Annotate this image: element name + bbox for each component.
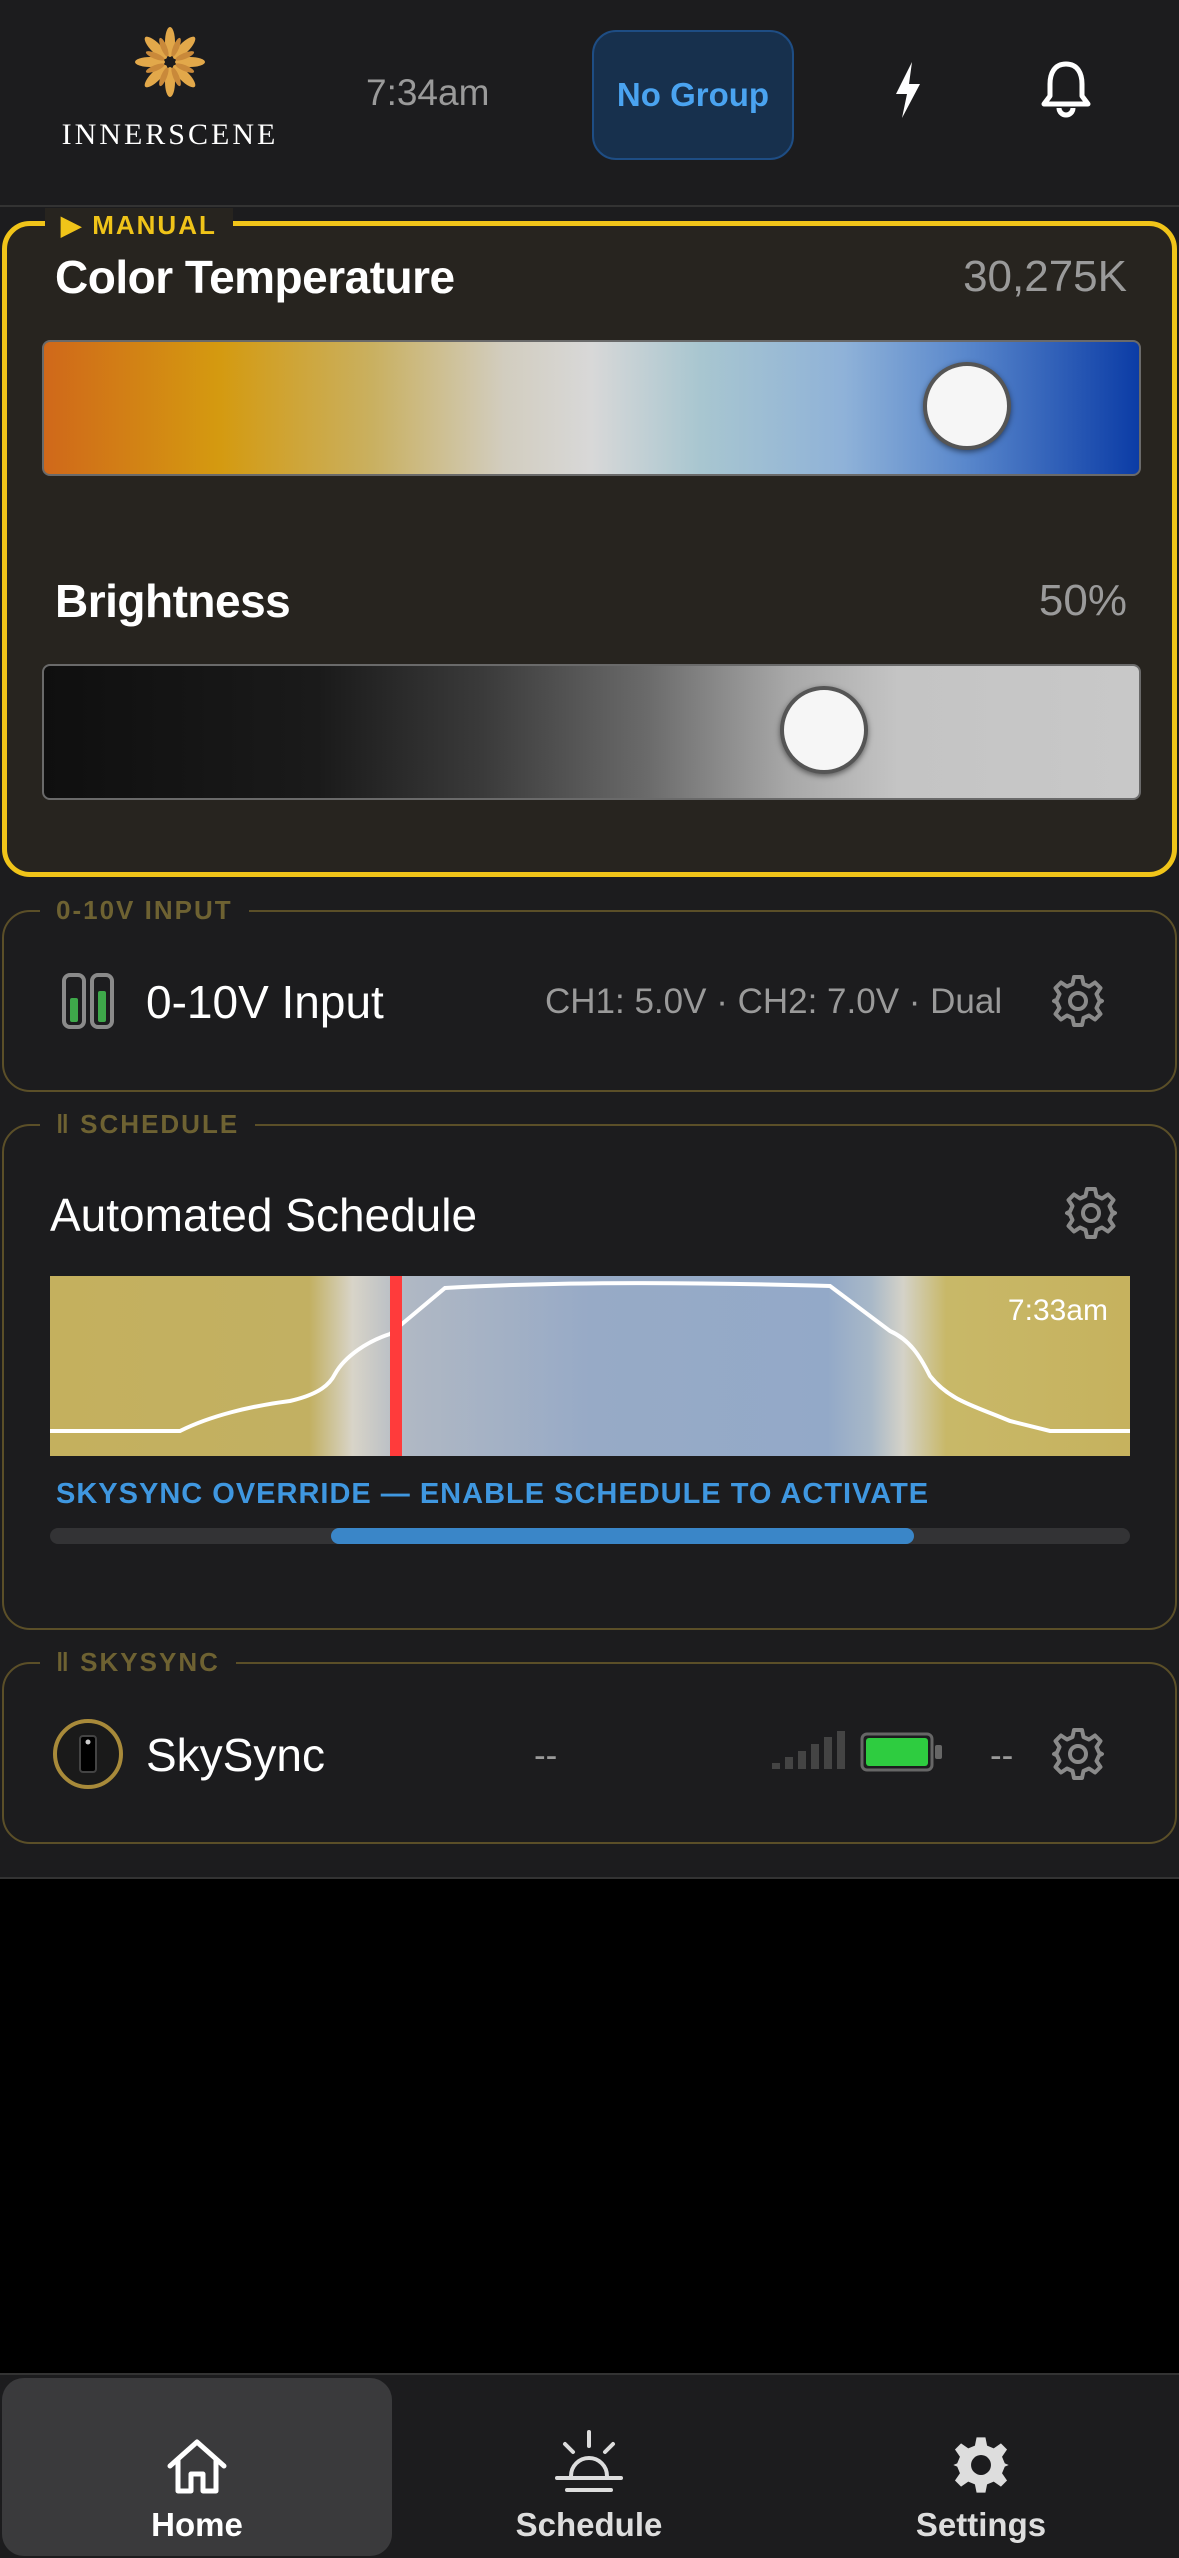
pause-icon: ǁ [56,1647,81,1677]
logo: INNERSCENE [55,22,285,152]
brightness-label: Brightness [55,575,291,627]
nav-schedule-label: Schedule [515,2506,663,2543]
nav-home-label: Home [151,2506,243,2543]
sunrise-icon [555,2430,623,2492]
signal-strength-icon [772,1731,845,1769]
brightness-slider[interactable] [42,664,1141,800]
nav-settings[interactable]: Settings [786,2378,1176,2556]
play-icon: ▶ [61,210,93,240]
schedule-title: Automated Schedule [50,1189,478,1241]
schedule-tag: ǁ SCHEDULE [40,1107,256,1141]
brightness-thumb[interactable] [780,686,869,774]
input-tag: 0-10V INPUT [40,893,249,927]
home-icon [167,2439,227,2494]
input-status: CH1: 5.0V · CH2: 7.0V · Dual [545,982,1003,1021]
nav-schedule[interactable]: Schedule [394,2378,784,2556]
input-settings-gear-icon[interactable] [1050,973,1106,1029]
current-time-marker [390,1276,402,1456]
color-temperature-thumb[interactable] [923,362,1012,450]
schedule-curve [50,1276,1130,1456]
brightness-value: 50% [1038,576,1127,625]
skysync-value-2: -- [990,1736,1014,1775]
nav-home[interactable]: Home [2,2378,392,2556]
schedule-progress-track [50,1528,1130,1544]
logo-text: INNERSCENE [61,118,279,151]
skysync-value-1: -- [534,1736,558,1775]
manual-tag: ▶ MANUAL [45,208,233,242]
battery-icon [860,1732,942,1772]
group-button[interactable]: No Group [592,30,794,160]
color-temperature-slider[interactable] [42,340,1141,476]
bolt-icon[interactable] [890,60,926,120]
dual-channel-icon [62,973,114,1029]
color-temperature-value: 30,275K [963,252,1127,301]
settings-gear-icon [953,2437,1009,2493]
schedule-settings-gear-icon[interactable] [1063,1185,1119,1241]
skysync-settings-gear-icon[interactable] [1050,1726,1106,1782]
skysync-title: SkySync [146,1729,325,1781]
nav-settings-label: Settings [915,2506,1047,2543]
flower-logo-icon [135,27,205,97]
schedule-progress-fill [330,1528,914,1544]
schedule-chart-time: 7:33am [1007,1294,1108,1327]
skysync-tag: ǁ SKYSYNC [40,1645,236,1679]
skysync-device-icon [53,1719,123,1789]
color-temperature-label: Color Temperature [55,251,455,303]
bell-icon[interactable] [1040,60,1092,118]
schedule-chart[interactable]: 7:33am [50,1276,1130,1456]
override-message: SKYSYNC OVERRIDE — ENABLE SCHEDULE TO AC… [56,1478,930,1510]
input-title: 0-10V Input [146,976,384,1028]
pause-icon: ǁ [56,1109,81,1139]
header-time: 7:34am [366,72,490,113]
